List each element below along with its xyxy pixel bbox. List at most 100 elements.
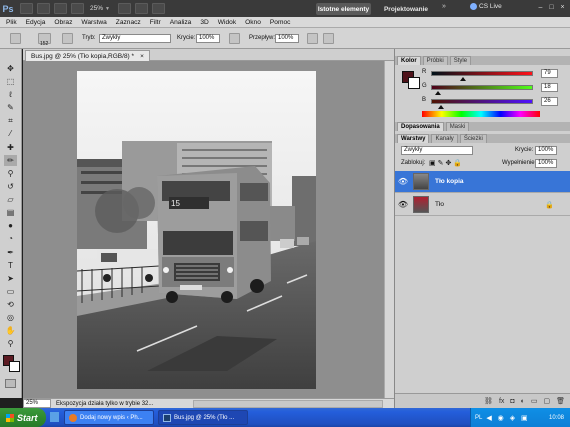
arrange-documents-icon[interactable] bbox=[134, 3, 148, 14]
brush-tool-icon[interactable] bbox=[10, 33, 21, 44]
minimize-icon[interactable]: – bbox=[535, 3, 546, 13]
blur-icon[interactable]: ● bbox=[4, 220, 17, 231]
eye-icon[interactable]: 👁 bbox=[395, 177, 411, 186]
taskbar-button-browser[interactable]: Dodaj nowy wpis ‹ Ph... bbox=[64, 410, 154, 425]
menu-3d[interactable]: 3D bbox=[200, 19, 208, 26]
opacity-input[interactable]: 100% bbox=[196, 34, 220, 43]
close-icon[interactable]: × bbox=[557, 3, 568, 13]
cs-live-button[interactable]: CS Live bbox=[470, 3, 502, 10]
menu-filtr[interactable]: Filtr bbox=[150, 19, 161, 26]
grid-view-icon[interactable] bbox=[117, 3, 131, 14]
start-button[interactable]: Start bbox=[0, 408, 46, 427]
pressure-size-icon[interactable] bbox=[323, 33, 334, 44]
airbrush-icon[interactable] bbox=[307, 33, 318, 44]
tab-kolor[interactable]: Kolor bbox=[397, 56, 421, 65]
mode-select[interactable]: Zwykły bbox=[99, 34, 171, 43]
path-selection-icon[interactable]: ➤ bbox=[4, 273, 17, 284]
r-slider[interactable] bbox=[431, 71, 533, 76]
menu-analiza[interactable]: Analiza bbox=[170, 19, 192, 26]
eraser-icon[interactable]: ▱ bbox=[4, 194, 17, 205]
zoom-tool-icon[interactable]: ⚲ bbox=[4, 338, 17, 349]
language-indicator[interactable]: PL bbox=[475, 415, 482, 421]
eye-icon[interactable]: 👁 bbox=[395, 200, 411, 209]
tab-dopasowania[interactable]: Dopasowania bbox=[397, 122, 444, 131]
layer-opacity-input[interactable]: 100% bbox=[535, 146, 557, 155]
zoom-tool-icon[interactable] bbox=[71, 3, 84, 14]
healing-brush-icon[interactable]: ✚ bbox=[4, 142, 17, 153]
color-panel-background-swatch[interactable] bbox=[408, 77, 420, 89]
r-value[interactable]: 79 bbox=[541, 69, 558, 78]
menu-warstwa[interactable]: Warstwa bbox=[81, 19, 106, 26]
brush-tool-icon[interactable]: ✏ bbox=[4, 155, 17, 166]
layer-row-tlo-kopia[interactable]: 👁 Tło kopia bbox=[395, 171, 570, 193]
canvas-area[interactable]: 15 bbox=[23, 61, 384, 398]
menu-widok[interactable]: Widok bbox=[218, 19, 236, 26]
bridge-icon[interactable] bbox=[20, 3, 33, 14]
flow-input[interactable]: 100% bbox=[275, 34, 299, 43]
quick-selection-icon[interactable]: ✎ bbox=[4, 102, 17, 113]
3d-orbit-icon[interactable]: ◎ bbox=[4, 312, 17, 323]
crop-tool-icon[interactable]: ⌗ bbox=[4, 115, 17, 126]
add-mask-icon[interactable]: ◘ bbox=[510, 398, 514, 405]
b-value[interactable]: 26 bbox=[541, 97, 558, 106]
g-value[interactable]: 18 bbox=[541, 83, 558, 92]
color-spectrum[interactable] bbox=[422, 111, 540, 117]
trash-icon[interactable]: 🗑 bbox=[556, 397, 565, 405]
new-layer-icon[interactable]: ▢ bbox=[543, 397, 550, 405]
clone-stamp-icon[interactable]: ⚲ bbox=[4, 168, 17, 179]
hand-tool-icon[interactable]: ✋ bbox=[4, 325, 17, 336]
new-group-icon[interactable]: ▭ bbox=[531, 397, 538, 405]
link-layers-icon[interactable]: ⛓ bbox=[484, 397, 493, 405]
chevron-down-icon[interactable]: ▼ bbox=[105, 6, 110, 12]
layer-name[interactable]: Tło kopia bbox=[435, 178, 464, 185]
more-workspaces-button[interactable]: » bbox=[442, 3, 446, 10]
pressure-opacity-icon[interactable] bbox=[229, 33, 240, 44]
move-tool-icon[interactable]: ✥ bbox=[4, 63, 17, 74]
layer-name[interactable]: Tło bbox=[435, 201, 444, 208]
r-slider-thumb[interactable] bbox=[459, 77, 466, 81]
lasso-tool-icon[interactable]: ℓ bbox=[4, 89, 17, 100]
maximize-icon[interactable]: □ bbox=[546, 3, 557, 13]
pen-tool-icon[interactable]: ✒ bbox=[4, 247, 17, 258]
brush-panel-icon[interactable] bbox=[62, 33, 73, 44]
lock-icons[interactable]: ▣✎✥🔒 bbox=[429, 159, 464, 167]
b-slider-thumb[interactable] bbox=[438, 105, 445, 109]
workspace-design-button[interactable]: Projektowanie bbox=[376, 3, 436, 15]
blend-mode-select[interactable]: Zwykły bbox=[401, 146, 473, 155]
g-slider-thumb[interactable] bbox=[435, 91, 442, 95]
type-tool-icon[interactable]: T bbox=[4, 260, 17, 271]
screen-mode-icon[interactable] bbox=[151, 3, 165, 14]
tab-style[interactable]: Style bbox=[449, 56, 472, 65]
layer-row-tlo[interactable]: 👁 Tło 🔒 bbox=[395, 194, 570, 216]
menu-plik[interactable]: Plik bbox=[6, 19, 17, 26]
status-zoom-field[interactable]: 25% bbox=[23, 399, 51, 408]
zoom-level[interactable]: 25% bbox=[90, 5, 103, 12]
fx-icon[interactable]: fx bbox=[499, 398, 504, 405]
history-brush-icon[interactable]: ↺ bbox=[4, 181, 17, 192]
menu-okno[interactable]: Okno bbox=[245, 19, 261, 26]
mini-bridge-icon[interactable] bbox=[37, 3, 50, 14]
ie-icon[interactable] bbox=[50, 412, 59, 422]
taskbar-button-photoshop[interactable]: Bus.jpg @ 25% (Tło ... bbox=[158, 410, 248, 425]
menu-edycja[interactable]: Edycja bbox=[26, 19, 46, 26]
tab-kanaly[interactable]: Kanały bbox=[431, 134, 458, 143]
tab-probki[interactable]: Próbki bbox=[422, 56, 448, 65]
hand-icon[interactable] bbox=[54, 3, 67, 14]
workspace-essentials-button[interactable]: Istotne elementy bbox=[316, 3, 371, 15]
status-message[interactable]: Ekspozycja działa tylko w trybie 32... bbox=[51, 401, 153, 407]
marquee-tool-icon[interactable]: ⬚ bbox=[4, 76, 17, 87]
close-tab-icon[interactable]: × bbox=[140, 53, 144, 60]
vertical-scrollbar[interactable] bbox=[384, 61, 394, 398]
clock[interactable]: 10:08 bbox=[549, 415, 570, 421]
bus-photo-canvas[interactable]: 15 bbox=[77, 71, 316, 389]
tab-warstwy[interactable]: Warstwy bbox=[397, 134, 430, 143]
menu-obraz[interactable]: Obraz bbox=[54, 19, 72, 26]
background-color-swatch[interactable] bbox=[9, 361, 20, 372]
document-tab[interactable]: Bus.jpg @ 25% (Tło kopia,RGB/8) * × bbox=[25, 50, 150, 61]
tab-maski[interactable]: Maski bbox=[445, 122, 470, 131]
b-slider[interactable] bbox=[431, 99, 533, 104]
3d-rotate-icon[interactable]: ⟲ bbox=[4, 299, 17, 310]
adjustment-layer-icon[interactable]: ◐ bbox=[521, 398, 525, 405]
g-slider[interactable] bbox=[431, 85, 533, 90]
gradient-icon[interactable]: ▤ bbox=[4, 207, 17, 218]
